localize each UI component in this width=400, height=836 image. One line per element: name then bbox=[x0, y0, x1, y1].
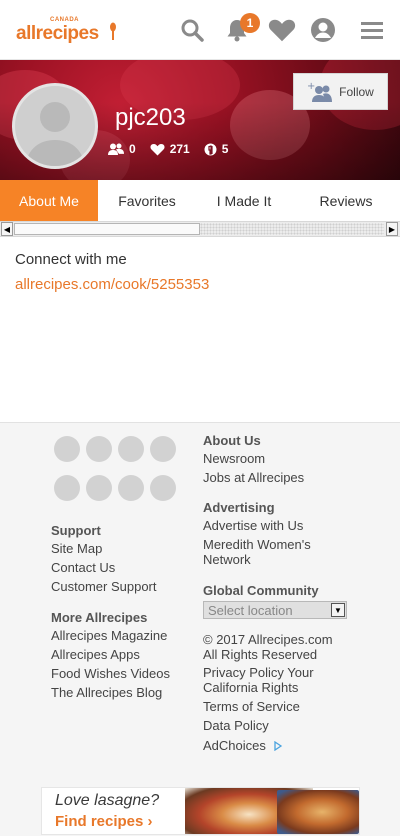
connect-heading: Connect with me bbox=[15, 251, 127, 268]
email-icon[interactable] bbox=[150, 475, 176, 501]
username: pjc203 bbox=[115, 104, 186, 131]
scroll-right-arrow-icon[interactable]: ▶ bbox=[386, 222, 398, 236]
followers-icon bbox=[108, 143, 124, 155]
heart-icon[interactable] bbox=[268, 16, 296, 44]
heart-icon bbox=[150, 143, 165, 155]
footer-copyright: © 2017 Allrecipes.com bbox=[203, 632, 333, 647]
made-it-count: 5 bbox=[221, 142, 229, 156]
lasagne-ad-banner[interactable]: Love lasagne? Find recipes › bbox=[41, 787, 360, 835]
footer-link-apps[interactable]: Allrecipes Apps bbox=[51, 647, 140, 662]
tab-reviews[interactable]: Reviews bbox=[292, 180, 400, 221]
footer-global-heading: Global Community bbox=[203, 583, 319, 598]
footer-link-data-policy[interactable]: Data Policy bbox=[203, 718, 269, 733]
footer-link-california[interactable]: California Rights bbox=[203, 680, 298, 695]
footer-more-heading: More Allrecipes bbox=[51, 610, 148, 625]
scroll-thumb[interactable] bbox=[14, 223, 200, 235]
tab-favorites[interactable]: Favorites bbox=[98, 180, 196, 221]
chevron-down-icon[interactable]: ▼ bbox=[331, 603, 345, 617]
profile-banner: pjc203 0 271 5 + Follow bbox=[0, 60, 400, 180]
made-it-stat[interactable]: 5 bbox=[204, 142, 229, 156]
tumblr-icon[interactable] bbox=[118, 475, 144, 501]
scroll-left-arrow-icon[interactable]: ◀ bbox=[1, 222, 13, 236]
footer-link-adchoices[interactable]: AdChoices bbox=[203, 738, 283, 753]
googleplus-icon[interactable] bbox=[54, 475, 80, 501]
footer-link-food-wishes[interactable]: Food Wishes Videos bbox=[51, 666, 170, 681]
footer-link-privacy[interactable]: Privacy Policy Your bbox=[203, 665, 314, 680]
footer-advertising-heading: Advertising bbox=[203, 500, 275, 515]
footer-support-heading: Support bbox=[51, 523, 101, 538]
footer-link-meredith-network[interactable]: Network bbox=[203, 552, 251, 567]
footer-link-jobs[interactable]: Jobs at Allrecipes bbox=[203, 470, 304, 485]
profile-link[interactable]: allrecipes.com/cook/5255353 bbox=[15, 276, 209, 293]
footer-about-heading: About Us bbox=[203, 433, 261, 448]
followers-stat[interactable]: 0 bbox=[108, 142, 136, 156]
profile-tabs: About Me Favorites I Made It Reviews bbox=[0, 180, 400, 221]
top-bar: CANADA allrecipes 1 bbox=[0, 0, 400, 60]
svg-text:+: + bbox=[307, 81, 315, 92]
footer-link-newsroom[interactable]: Newsroom bbox=[203, 451, 265, 466]
instagram-icon[interactable] bbox=[150, 436, 176, 462]
location-select-value: Select location bbox=[208, 603, 293, 618]
location-select[interactable]: Select location ▼ bbox=[203, 601, 347, 619]
add-follower-icon: + bbox=[307, 81, 333, 102]
user-icon[interactable] bbox=[309, 16, 337, 44]
ad-casserole-image bbox=[277, 790, 359, 834]
tab-about-me[interactable]: About Me bbox=[0, 180, 98, 221]
ad-headline: Love lasagne? bbox=[55, 792, 160, 809]
footer-link-sitemap[interactable]: Site Map bbox=[51, 541, 102, 556]
footer-link-advertise[interactable]: Advertise with Us bbox=[203, 518, 303, 533]
footer-link-contact[interactable]: Contact Us bbox=[51, 560, 115, 575]
default-avatar-icon bbox=[25, 102, 85, 166]
follow-button[interactable]: + Follow bbox=[293, 73, 388, 110]
avatar bbox=[12, 83, 98, 169]
notification-badge[interactable]: 1 bbox=[240, 13, 260, 33]
footer-link-terms[interactable]: Terms of Service bbox=[203, 699, 300, 714]
followers-count: 0 bbox=[129, 142, 136, 156]
profile-stats: 0 271 5 bbox=[108, 142, 242, 156]
tabs-scrollbar[interactable]: ◀ ▶ bbox=[0, 221, 400, 237]
twitter-icon[interactable] bbox=[86, 436, 112, 462]
favorites-count: 271 bbox=[169, 142, 190, 156]
search-icon[interactable] bbox=[178, 16, 206, 44]
footer-link-magazine[interactable]: Allrecipes Magazine bbox=[51, 628, 167, 643]
youtube-icon[interactable] bbox=[86, 475, 112, 501]
ad-cta[interactable]: Find recipes › bbox=[55, 813, 153, 830]
footer-link-blog[interactable]: The Allrecipes Blog bbox=[51, 685, 162, 700]
footer-link-customer-support[interactable]: Customer Support bbox=[51, 579, 157, 594]
made-it-icon bbox=[204, 143, 217, 155]
favorites-stat[interactable]: 271 bbox=[150, 142, 190, 156]
footer-link-meredith[interactable]: Meredith Women's bbox=[203, 537, 311, 552]
logo-text: allrecipes bbox=[16, 23, 99, 44]
menu-icon[interactable] bbox=[358, 16, 386, 44]
tab-i-made-it[interactable]: I Made It bbox=[196, 180, 292, 221]
facebook-icon[interactable] bbox=[54, 436, 80, 462]
logo-spoon-icon bbox=[110, 22, 116, 40]
adchoices-label: AdChoices bbox=[203, 738, 266, 753]
footer-rights: All Rights Reserved bbox=[203, 647, 318, 662]
scroll-track[interactable] bbox=[200, 223, 384, 235]
follow-label: Follow bbox=[339, 84, 374, 99]
pinterest-icon[interactable] bbox=[118, 436, 144, 462]
adchoices-icon bbox=[273, 740, 282, 752]
